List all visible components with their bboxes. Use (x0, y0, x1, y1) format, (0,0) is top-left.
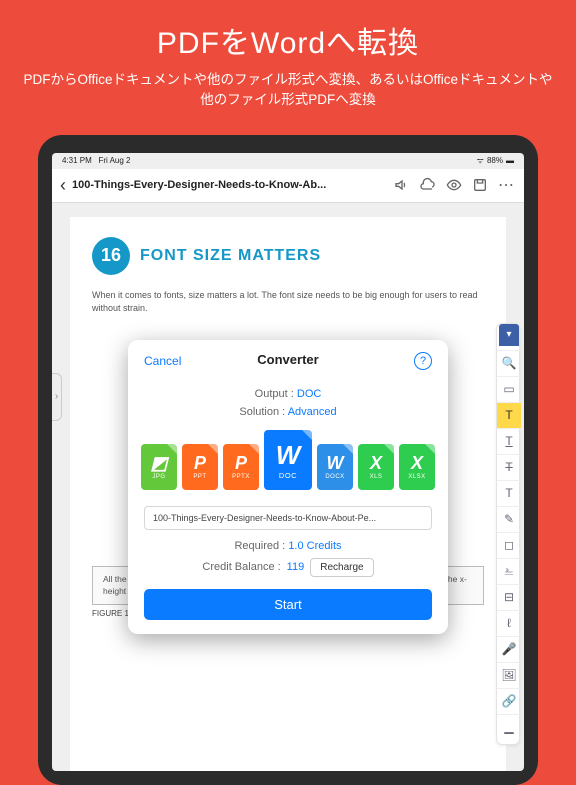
toolbar-tab[interactable]: ▾ (499, 324, 519, 346)
ruler-tool-icon[interactable]: ▁ (497, 714, 521, 740)
pen-tool-icon[interactable]: ✎ (497, 506, 521, 532)
format-ppt[interactable]: PPPT (182, 444, 218, 490)
underline-tool-icon[interactable]: T (497, 428, 521, 454)
output-label: Output : (255, 388, 294, 400)
format-picker: ◩JPGPPPTPPPTXWDOCWDOCXXXLSXXLSX (144, 430, 432, 490)
start-button[interactable]: Start (144, 589, 432, 620)
promo-title: PDFをWordへ転換 (20, 18, 556, 62)
solution-value[interactable]: Advanced (288, 406, 337, 418)
chapter-title: FONT SIZE MATTERS (140, 244, 321, 268)
highlight-tool-icon[interactable]: T (497, 402, 521, 428)
filename-field[interactable]: 100-Things-Every-Designer-Needs-to-Know-… (144, 506, 432, 530)
chapter-number: 16 (92, 237, 130, 275)
link-tool-icon[interactable]: 🔗 (497, 688, 521, 714)
status-date: Fri Aug 2 (98, 156, 130, 165)
left-drawer-handle[interactable]: › (52, 373, 62, 421)
bookmark-icon[interactable]: ▭ (497, 376, 521, 402)
required-row: Required : 1.0 Credits (144, 540, 432, 552)
strikethrough-tool-icon[interactable]: T (497, 454, 521, 480)
promo-subtitle: PDFからOfficeドキュメントや他のファイル形式へ変換、あるいはOffice… (20, 70, 556, 111)
status-bar: 4:31 PM Fri Aug 2 ᯤ 88% ▬ (52, 153, 524, 169)
voice-tool-icon[interactable]: 🎤 (497, 636, 521, 662)
signature-tool-icon[interactable]: ℓ (497, 610, 521, 636)
back-button[interactable]: ‹ (60, 175, 66, 196)
converter-dialog: Cancel Converter ? Output : DOC Solution… (128, 340, 448, 634)
image-tool-icon[interactable]: 🖼 (497, 662, 521, 688)
output-row: Output : DOC (144, 388, 432, 400)
more-icon[interactable]: ⋯ (496, 175, 516, 195)
credit-row: Credit Balance : 119 Recharge (144, 558, 432, 577)
balance-value: 119 (287, 561, 305, 573)
app-toolbar: ‹ 100-Things-Every-Designer-Needs-to-Kno… (52, 169, 524, 203)
battery-pct: 88% (487, 156, 503, 165)
tablet-frame: 4:31 PM Fri Aug 2 ᯤ 88% ▬ ‹ 100-Things-E… (38, 135, 538, 785)
document-title: 100-Things-Every-Designer-Needs-to-Know-… (72, 179, 386, 191)
format-xls[interactable]: XXLS (358, 444, 394, 490)
wifi-icon: ᯤ (477, 155, 484, 166)
format-jpg[interactable]: ◩JPG (141, 444, 177, 490)
format-doc[interactable]: WDOC (264, 430, 312, 490)
solution-row: Solution : Advanced (144, 406, 432, 418)
required-label: Required : (234, 540, 285, 552)
search-icon[interactable]: 🔍 (497, 350, 521, 376)
cancel-button[interactable]: Cancel (144, 354, 181, 368)
format-docx[interactable]: WDOCX (317, 444, 353, 490)
solution-label: Solution : (239, 406, 285, 418)
cloud-icon[interactable] (418, 175, 438, 195)
help-icon[interactable]: ? (414, 352, 432, 370)
document-viewport[interactable]: 16 FONT SIZE MATTERS When it comes to fo… (52, 203, 524, 771)
textbox-tool-icon[interactable]: ⎁ (497, 558, 521, 584)
text-tool-icon[interactable]: T (497, 480, 521, 506)
required-value: 1.0 Credits (288, 540, 341, 552)
format-xlsx[interactable]: XXLSX (399, 444, 435, 490)
page-intro: When it comes to fonts, size matters a l… (92, 289, 484, 316)
annotation-toolbar: ▾ 🔍 ▭ T T T T ✎ ◻ ⎁ ⊟ ℓ 🎤 🖼 🔗 ▁ (496, 323, 520, 745)
speaker-icon[interactable] (392, 175, 412, 195)
eye-icon[interactable] (444, 175, 464, 195)
stamp-tool-icon[interactable]: ⊟ (497, 584, 521, 610)
format-pptx[interactable]: PPPTX (223, 444, 259, 490)
recharge-button[interactable]: Recharge (310, 558, 373, 577)
promo-header: PDFをWordへ転換 PDFからOfficeドキュメントや他のファイル形式へ変… (0, 0, 576, 123)
balance-label: Credit Balance : (202, 561, 280, 573)
shape-tool-icon[interactable]: ◻ (497, 532, 521, 558)
battery-icon: ▬ (506, 156, 514, 165)
output-value[interactable]: DOC (297, 388, 321, 400)
status-time: 4:31 PM (62, 156, 92, 165)
save-icon[interactable] (470, 175, 490, 195)
tablet-screen: 4:31 PM Fri Aug 2 ᯤ 88% ▬ ‹ 100-Things-E… (52, 153, 524, 771)
dialog-title: Converter (144, 352, 432, 367)
